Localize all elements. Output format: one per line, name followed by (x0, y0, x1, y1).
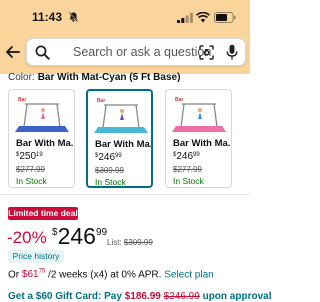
variant-stock-status: In Stock (173, 176, 204, 186)
price-history-button[interactable]: Price history (8, 250, 64, 263)
color-value: Bar With Mat-Cyan (5 Ft Base) (37, 72, 181, 83)
header-bar: 11:43 Search or ask a question (0, 0, 250, 74)
back-arrow-icon[interactable] (5, 44, 21, 60)
search-bar[interactable]: Search or ask a question (26, 38, 246, 66)
silent-bell-icon (69, 12, 78, 22)
variant-price: $24699 (173, 151, 200, 162)
wifi-icon (196, 12, 210, 23)
variant-price: $25019 (16, 151, 43, 162)
variant-card-cyan-selected[interactable]: Bar Bar With Ma... $24699 $309.99 In Sto… (86, 89, 153, 188)
discount-percent: -20% (7, 228, 47, 247)
status-time: 11:43 (32, 10, 63, 24)
color-label: Color: (8, 72, 35, 83)
svg-text:Bar: Bar (175, 97, 183, 103)
variant-price: $24699 (95, 152, 122, 163)
microphone-icon[interactable] (226, 44, 238, 61)
variant-name: Bar With Ma... (173, 138, 232, 149)
svg-text:Bar: Bar (18, 97, 26, 103)
limited-time-deal-badge: Limited time deal (8, 207, 78, 220)
status-bar: 11:43 (0, 0, 250, 34)
variant-list-price: $277.99 (173, 165, 202, 174)
battery-icon (214, 12, 236, 23)
section-divider (0, 194, 250, 195)
variant-card-blue[interactable]: Bar Bar With Ma... $25019 $277.99 In Sto… (8, 89, 75, 188)
product-thumbnail: Bar (94, 95, 148, 135)
gift-card-offer[interactable]: Get a $60 Gift Card: Pay $186.99 $246.99… (8, 291, 272, 302)
search-input[interactable]: Search or ask a question (73, 45, 211, 59)
product-thumbnail: Bar (172, 94, 226, 134)
product-thumbnail: Bar (15, 94, 69, 134)
installment-amount: $6175 (21, 269, 46, 281)
variant-list-price: $309.99 (95, 166, 124, 175)
variant-list-price: $277.99 (16, 165, 45, 174)
select-plan-link[interactable]: Select plan (164, 269, 213, 280)
svg-text:Bar: Bar (97, 98, 105, 104)
variant-name: Bar With Ma... (16, 138, 75, 149)
variant-stock-status: In Stock (95, 177, 126, 187)
installment-offer: Or $6175 /2 weeks (x4) at 0% APR. Select… (8, 269, 214, 281)
search-icon (35, 45, 50, 60)
color-selection-row: Color: Bar With Mat-Cyan (5 Ft Base) (8, 72, 180, 83)
variant-name: Bar With Ma... (95, 139, 153, 150)
variant-stock-status: In Stock (16, 176, 47, 186)
deal-price: $24699 (52, 223, 108, 249)
signal-icon (177, 13, 193, 23)
list-price: List: $309.99 (107, 238, 153, 247)
variant-card-pink[interactable]: Bar Bar With Ma... $24699 $277.99 In Sto… (165, 89, 232, 188)
camera-scan-icon[interactable] (199, 45, 214, 60)
